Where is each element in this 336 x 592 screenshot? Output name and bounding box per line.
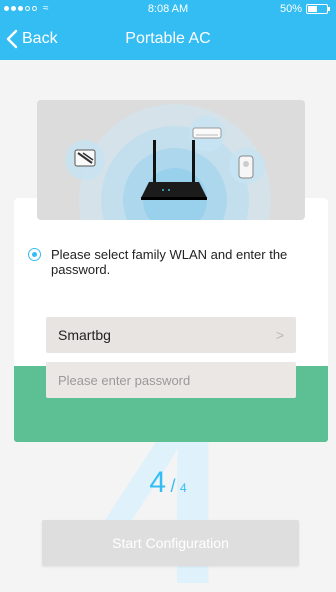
status-bar: ≈ 8:08 AM 50% [0,0,336,18]
step-total: 4 [179,481,187,495]
nav-bar: Back Portable AC [0,18,336,60]
router-waves-image [65,104,271,220]
radio-selected-icon [28,248,41,261]
step-current: 4 [149,466,167,499]
wlan-network-select[interactable]: Smartbg > [46,317,296,353]
selected-network-name: Smartbg [58,327,111,343]
instruction-text: Please select family WLAN and enter the … [51,247,288,277]
wlan-instruction: Please select family WLAN and enter the … [28,247,308,277]
step-separator: / [170,476,176,496]
password-input[interactable] [46,362,296,398]
start-configuration-button[interactable]: Start Configuration [42,520,299,566]
battery-icon [306,4,330,14]
router-illustration [37,100,305,220]
step-indicator: 4 / 4 [0,466,336,500]
page-title: Portable AC [125,30,211,47]
battery-percent: 50% [279,3,302,15]
chevron-right-icon: > [275,327,284,343]
